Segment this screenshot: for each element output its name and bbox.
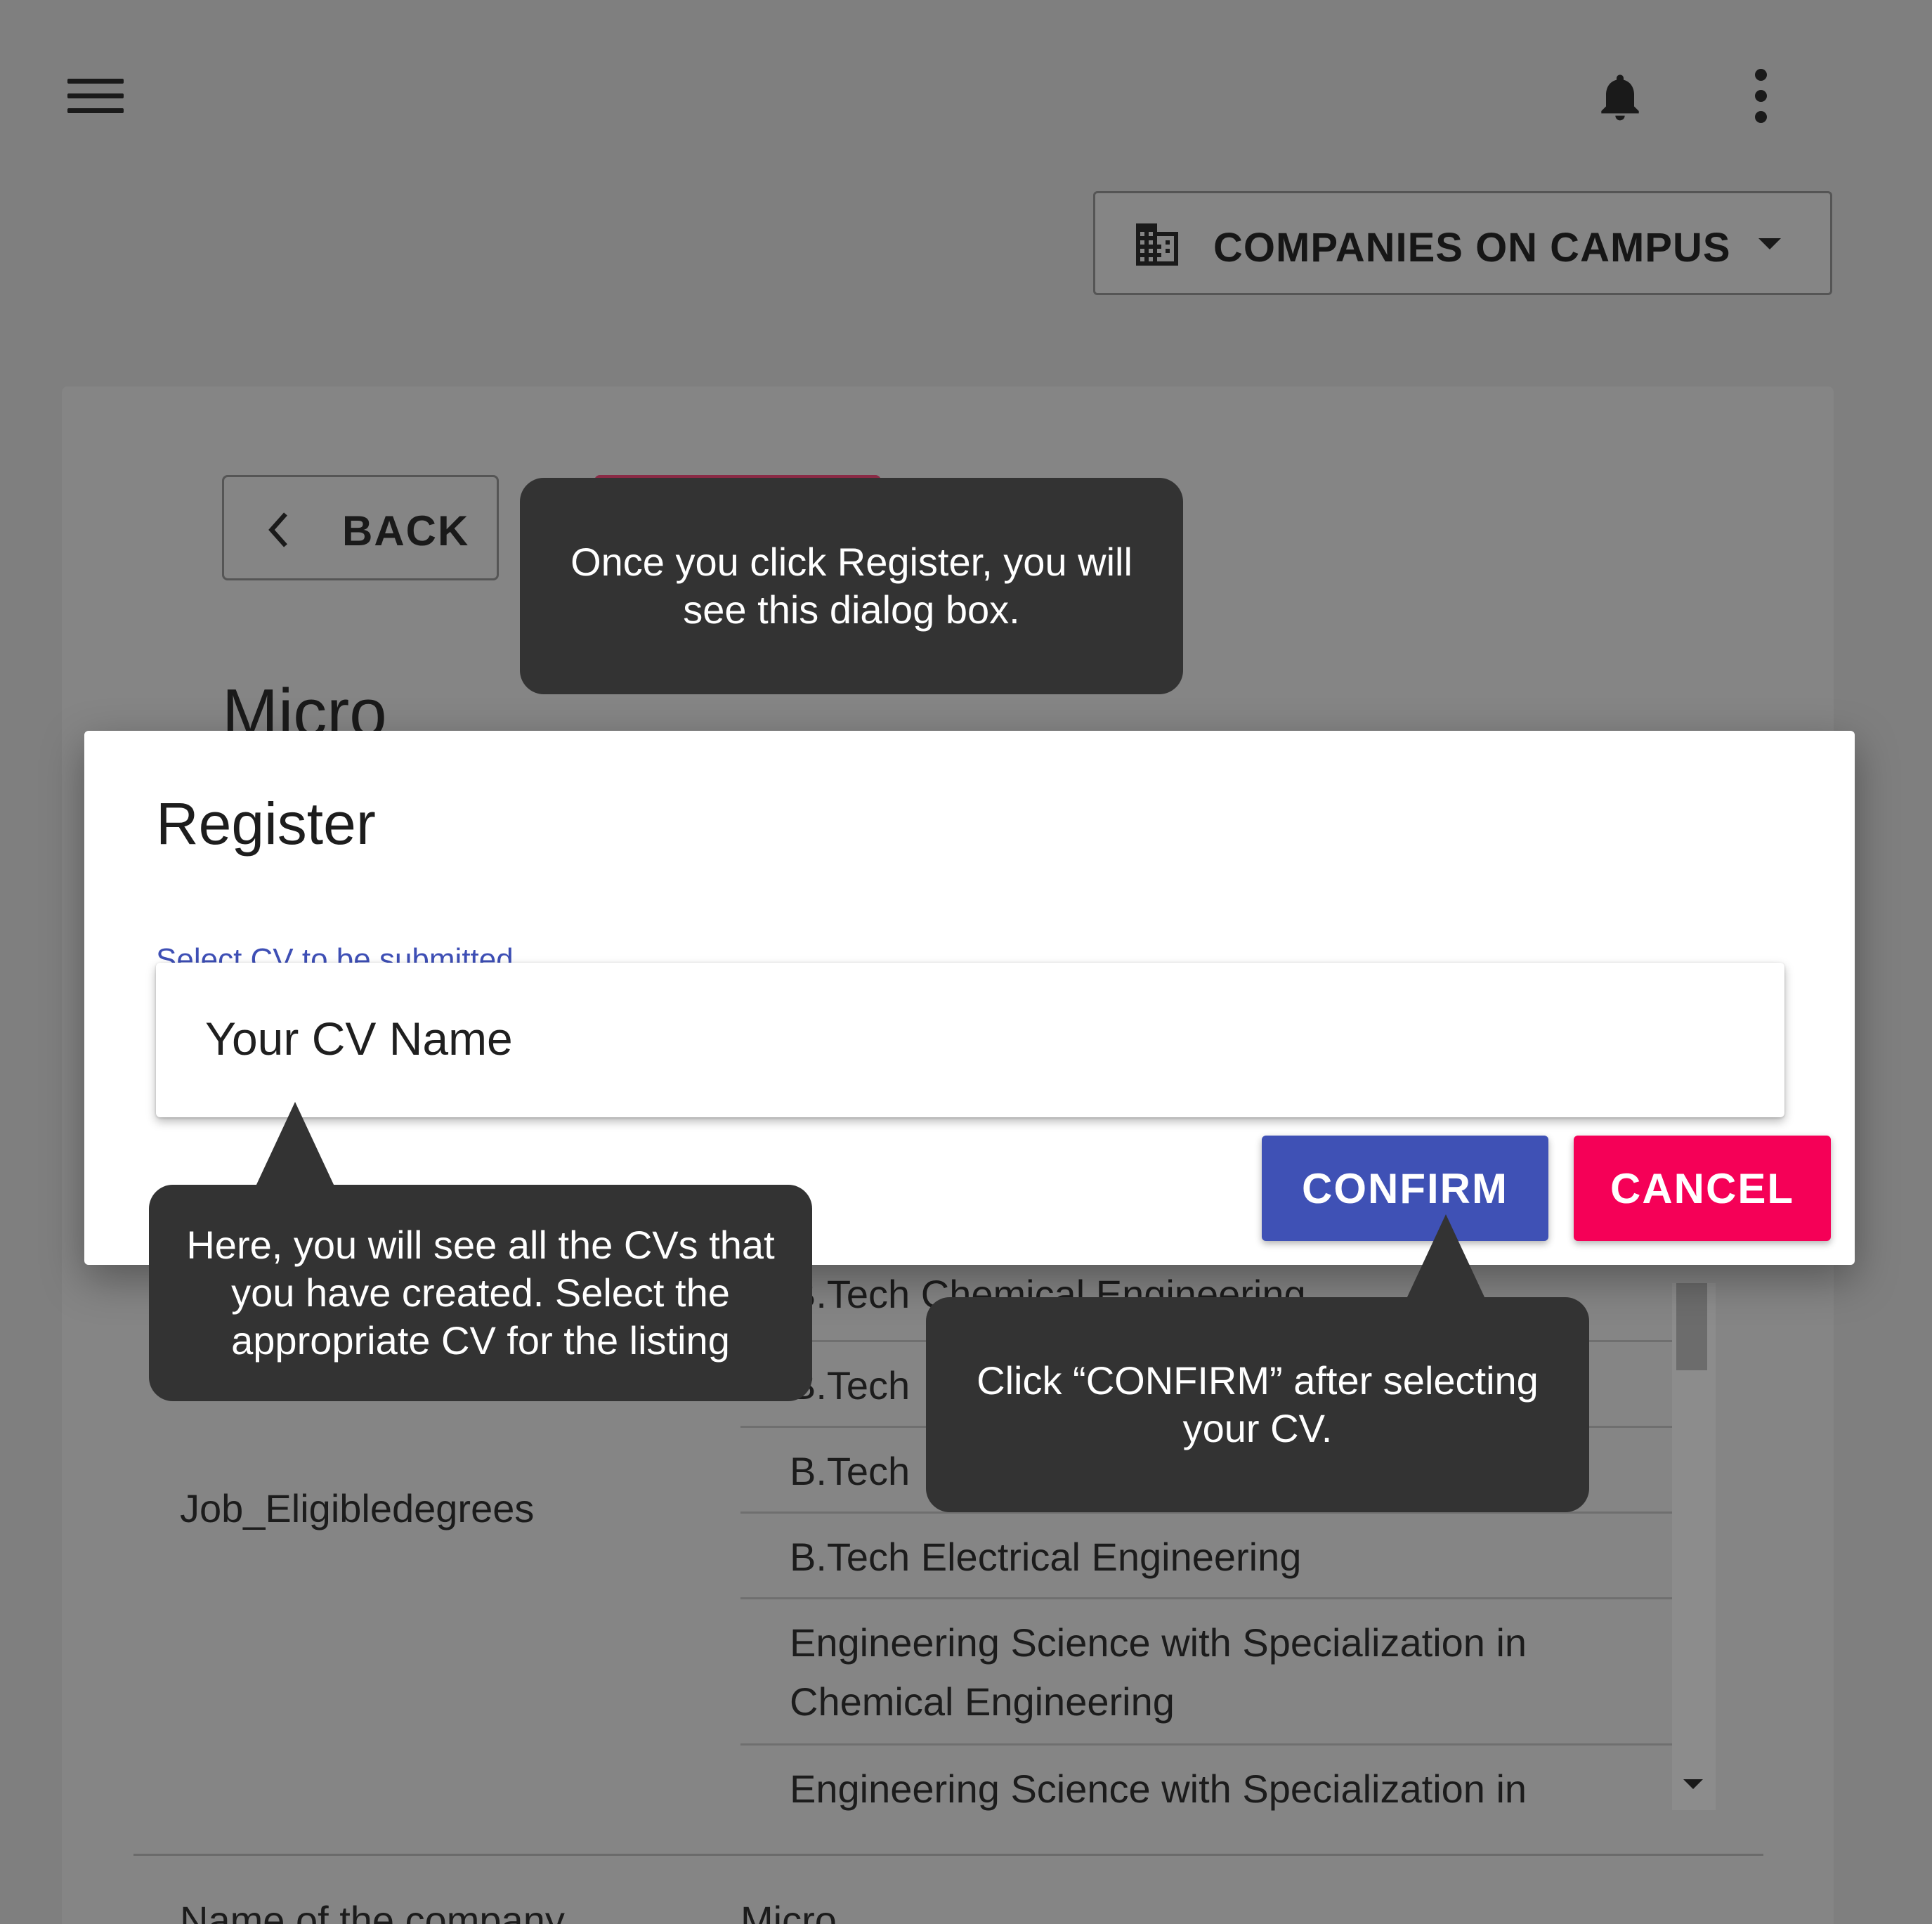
back-button[interactable]: BACK	[222, 475, 499, 580]
divider	[133, 1854, 1763, 1856]
chevron-left-icon	[268, 512, 287, 547]
callout-cv-pointer	[256, 1102, 334, 1186]
menu-icon[interactable]	[67, 79, 124, 114]
screen: COMPANIES ON CAMPUS BACK Micro Job_Eligi…	[0, 0, 1932, 1924]
company-name-label: Name of the company	[180, 1898, 565, 1924]
selected-cv-value: Your CV Name	[205, 1013, 513, 1065]
building-icon	[1136, 223, 1178, 266]
cv-select[interactable]: Your CV Name	[156, 963, 1784, 1117]
page-title: Micro	[222, 675, 387, 731]
bell-icon[interactable]	[1592, 67, 1648, 126]
list-item: B.Tech Electrical Engineering	[740, 1514, 1672, 1599]
scroll-down-arrow-icon[interactable]	[1683, 1779, 1703, 1789]
back-label: BACK	[342, 507, 470, 554]
confirm-button[interactable]: CONFIRM	[1262, 1136, 1548, 1241]
list-item: Engineering Science with Specialization …	[740, 1599, 1672, 1746]
dialog-title: Register	[156, 791, 376, 857]
company-name-value: Micro	[740, 1898, 837, 1924]
callout-confirm-hint: Click “CONFIRM” after selecting your CV.	[926, 1297, 1589, 1512]
eligible-degrees-label: Job_Eligibledegrees	[180, 1486, 535, 1530]
callout-confirm-text: Click “CONFIRM” after selecting your CV.	[977, 1358, 1539, 1450]
cancel-button[interactable]: CANCEL	[1574, 1136, 1831, 1241]
companies-on-campus-dropdown[interactable]: COMPANIES ON CAMPUS	[1093, 191, 1832, 295]
callout-register-hint: Once you click Register, you will see th…	[520, 478, 1183, 694]
callout-cv-hint: Here, you will see all the CVs that you …	[149, 1185, 812, 1401]
callout-confirm-pointer	[1406, 1214, 1485, 1299]
scrollbar-thumb[interactable]	[1676, 1283, 1707, 1370]
companies-on-campus-label: COMPANIES ON CAMPUS	[1213, 225, 1731, 271]
more-vert-icon[interactable]	[1749, 69, 1770, 123]
callout-register-text: Once you click Register, you will see th…	[570, 540, 1133, 632]
list-item: Engineering Science with Specialization …	[790, 1767, 1527, 1811]
caret-down-icon	[1758, 238, 1781, 249]
callout-cv-text: Here, you will see all the CVs that you …	[186, 1223, 775, 1363]
cv-field-label: Select CV to be submitted	[156, 942, 514, 963]
